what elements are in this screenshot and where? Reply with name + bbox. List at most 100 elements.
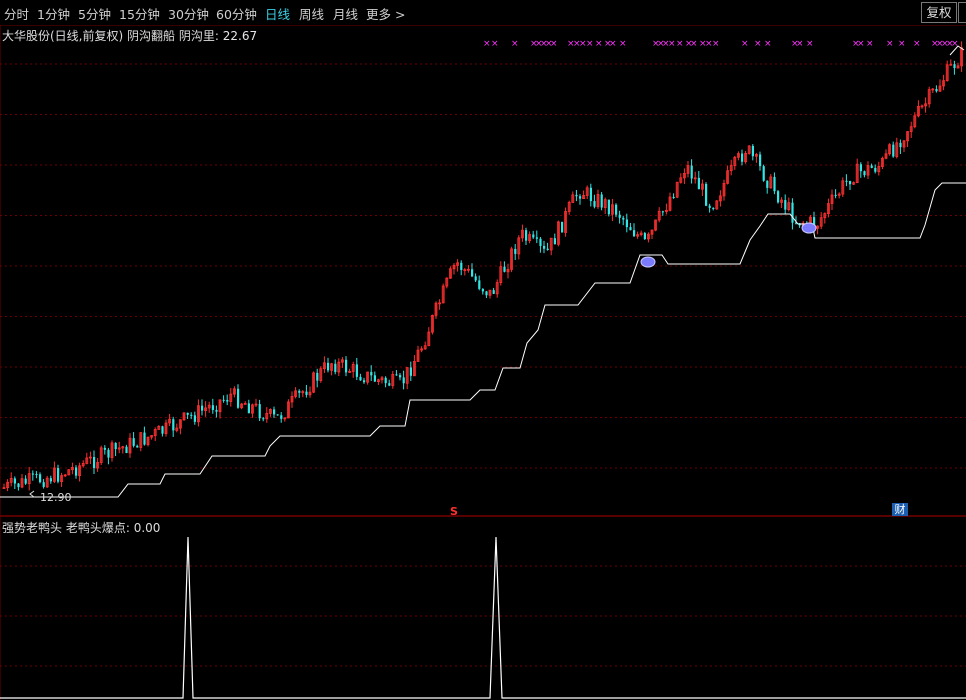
candle-body	[481, 288, 484, 292]
candle-body	[532, 234, 535, 238]
candle-body	[172, 419, 175, 431]
candlestick-chart[interactable]: × × × ××××× ××× × × ×× × ×××× × ×× ×× × × × × ×× × ×× × × × × ××…	[0, 0, 966, 700]
candle-body	[132, 438, 135, 446]
candle-body	[759, 154, 762, 167]
x-marker: ×	[754, 39, 762, 49]
candle-body	[546, 248, 549, 250]
candle-body	[42, 482, 45, 487]
candle-body	[953, 64, 956, 69]
candle-body	[215, 409, 218, 412]
candle-body	[370, 372, 373, 376]
candle-body	[395, 374, 398, 376]
candle-body	[629, 227, 632, 231]
candle-body	[600, 194, 603, 208]
candle-body	[615, 204, 618, 215]
candle-body	[859, 164, 862, 172]
candle-body	[237, 388, 240, 408]
low-price-label: 12.90	[40, 491, 72, 504]
candle-body	[712, 207, 715, 209]
candle-body	[705, 183, 708, 206]
candle-body	[186, 412, 189, 415]
candle-body	[161, 426, 164, 434]
x-marker: ×	[491, 39, 499, 49]
candle-body	[766, 180, 769, 188]
candle-body	[697, 177, 700, 190]
candle-body	[125, 446, 128, 453]
finance-marker[interactable]: 财	[892, 503, 908, 516]
candle-body	[539, 238, 542, 246]
candle-body	[211, 405, 214, 410]
candle-body	[31, 473, 34, 475]
candle-body	[935, 88, 938, 92]
x-marker: ×	[619, 39, 627, 49]
x-marker: ×	[913, 39, 921, 49]
signal-icon	[640, 256, 656, 268]
sub-indicator-name: 强势老鸭头	[2, 521, 63, 535]
candle-body	[503, 266, 506, 272]
candle-body	[535, 237, 538, 239]
candle-body	[193, 415, 196, 422]
stop-line-yingouli	[0, 182, 966, 498]
candle-body	[201, 405, 204, 411]
sell-marker: S	[450, 505, 458, 518]
low-price-arrow	[29, 490, 35, 498]
x-marker: ×	[690, 39, 698, 49]
x-marker: ×	[951, 39, 959, 49]
x-marker: ×	[764, 39, 772, 49]
candle-body	[75, 467, 78, 476]
candle-body	[298, 390, 301, 393]
candle-body	[190, 414, 193, 416]
candle-body	[262, 418, 265, 420]
candle-body	[103, 447, 106, 450]
candle-body	[561, 221, 564, 233]
candle-body	[222, 399, 225, 401]
candle-body	[226, 399, 229, 402]
x-marker: ×	[550, 39, 558, 49]
candle-body	[35, 473, 38, 475]
candle-body	[39, 474, 42, 483]
candle-body	[492, 290, 495, 294]
candle-body	[402, 377, 405, 384]
candle-body	[773, 176, 776, 192]
candle-body	[690, 165, 693, 179]
x-marker: ×	[511, 39, 519, 49]
candle-body	[107, 449, 110, 458]
x-marker: ×	[806, 39, 814, 49]
candle-body	[633, 230, 636, 237]
candle-body	[359, 376, 362, 381]
candle-body	[334, 363, 337, 372]
x-marker: ×	[857, 39, 865, 49]
candle-body	[845, 180, 848, 182]
candle-body	[553, 238, 556, 245]
candle-body	[17, 483, 20, 488]
candle-body	[355, 364, 358, 377]
candle-body	[622, 217, 625, 220]
candle-body	[399, 375, 402, 378]
x-marker: ×	[595, 39, 603, 49]
candle-body	[276, 414, 279, 416]
x-marker: ×	[741, 39, 749, 49]
candle-body	[618, 214, 621, 218]
x-marker: ×	[796, 39, 804, 49]
candle-body	[305, 391, 308, 395]
candle-body	[363, 380, 366, 383]
candle-body	[708, 205, 711, 208]
candle-body	[345, 359, 348, 373]
x-marker: ×	[668, 39, 676, 49]
candle-body	[593, 201, 596, 207]
candle-body	[543, 245, 546, 249]
candle-body	[672, 197, 675, 199]
x-marker: ×	[586, 39, 594, 49]
candle-body	[384, 377, 387, 384]
candle-body	[643, 233, 646, 239]
burst-point-series	[0, 536, 966, 699]
candle-body	[258, 404, 261, 419]
sub-indicator-value: 0.00	[133, 521, 161, 535]
candle-body	[474, 276, 477, 281]
candle-body	[316, 372, 319, 381]
candle-body	[741, 153, 744, 162]
candle-body	[49, 478, 52, 482]
x-marker: ×	[898, 39, 906, 49]
candle-body	[661, 211, 664, 213]
signal-icon	[801, 222, 817, 234]
